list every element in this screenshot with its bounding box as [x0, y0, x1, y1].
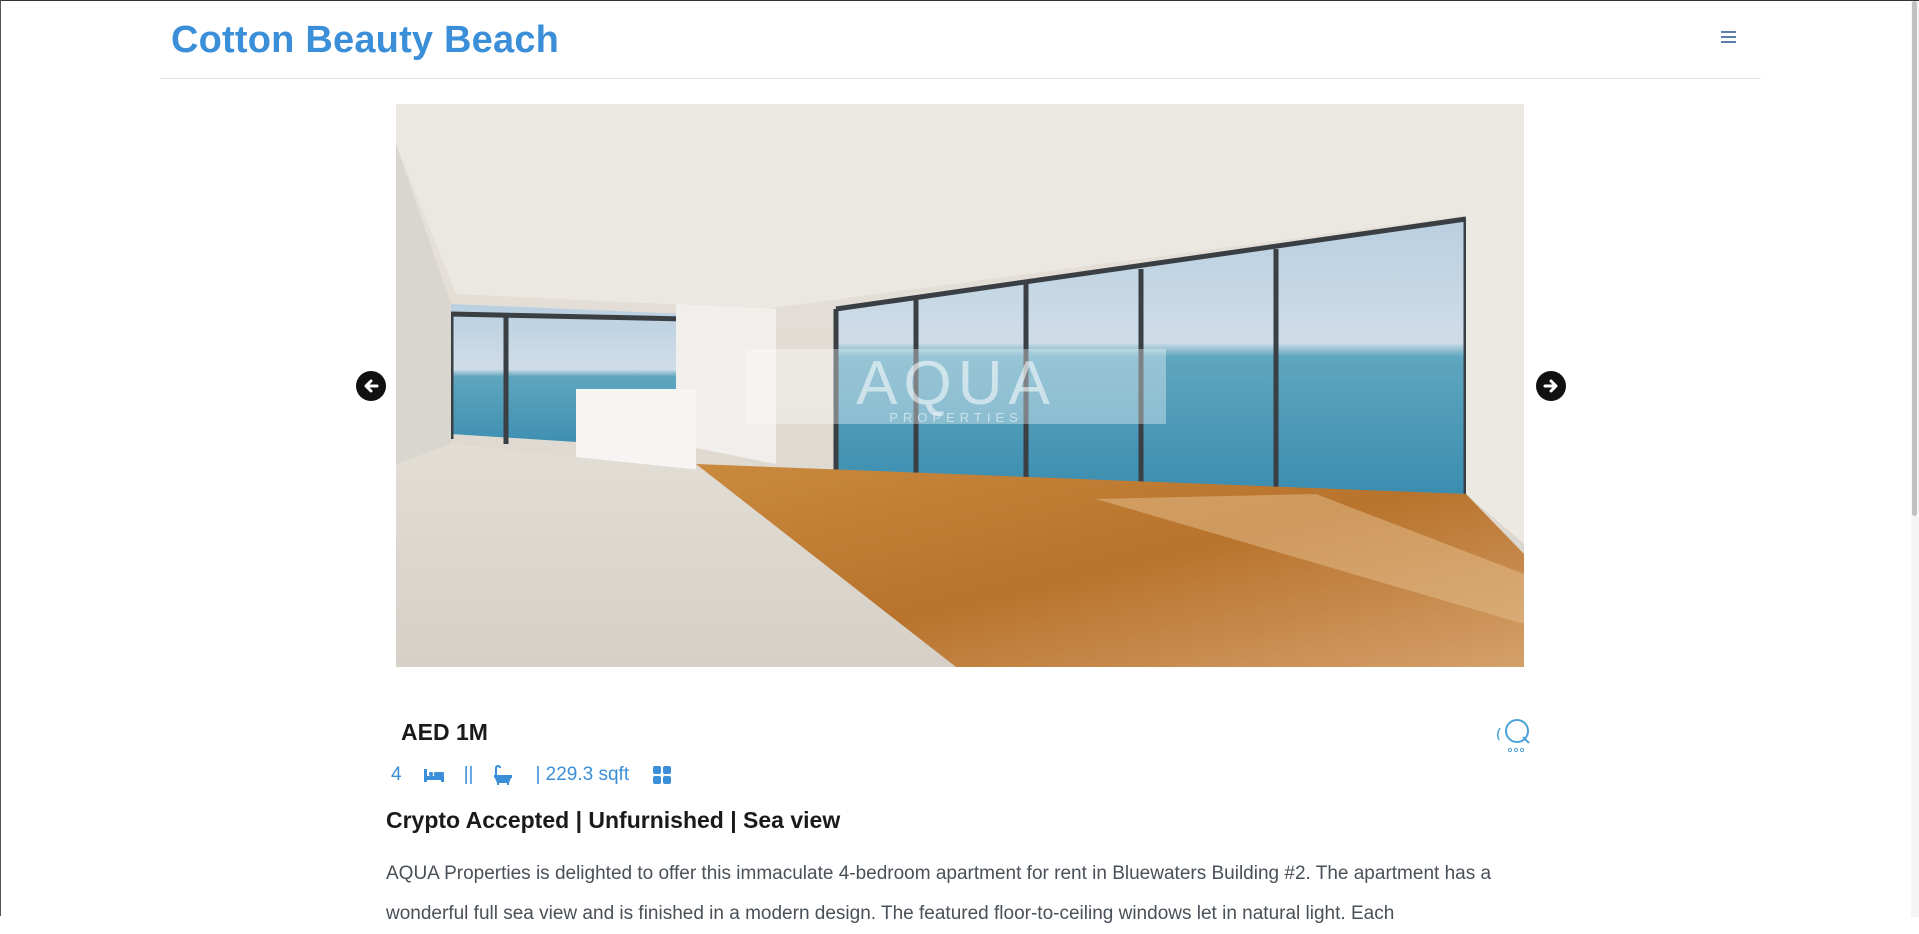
- apartment-photo: AQUA PROPERTIES: [396, 104, 1524, 667]
- scrollbar-thumb[interactable]: [1912, 1, 1917, 516]
- area-value: | 229.3 sqft: [535, 764, 630, 785]
- area-grid-icon: [653, 766, 672, 784]
- hamburger-icon: [1720, 31, 1736, 33]
- hamburger-menu-button[interactable]: [1716, 25, 1740, 49]
- agency-logo[interactable]: [1493, 714, 1539, 754]
- svg-text:AQUA: AQUA: [856, 349, 1056, 418]
- carousel-next-button[interactable]: [1536, 371, 1566, 401]
- arrow-right-circle-icon: [1543, 379, 1558, 393]
- aqua-logo-icon: [1496, 719, 1530, 753]
- listing-title: Crypto Accepted | Unfurnished | Sea view: [386, 807, 841, 833]
- bath-icon: [493, 765, 513, 785]
- listing-features: 4 || | 229.3 sqft: [391, 761, 672, 789]
- bedroom-count: 4: [391, 764, 402, 785]
- listing-price: AED 1M: [401, 719, 488, 745]
- svg-text:PROPERTIES: PROPERTIES: [889, 410, 1023, 425]
- carousel-prev-button[interactable]: [356, 371, 386, 401]
- page-scrollbar[interactable]: [1911, 1, 1919, 917]
- brand-title[interactable]: Cotton Beauty Beach: [171, 19, 559, 62]
- feature-separator: ||: [463, 764, 474, 785]
- navbar: Cotton Beauty Beach: [160, 1, 1761, 79]
- listing-description: AQUA Properties is delighted to offer th…: [386, 863, 1492, 924]
- arrow-left-circle-icon: [364, 379, 379, 393]
- bed-icon: [423, 767, 445, 783]
- listing-photo-carousel[interactable]: AQUA PROPERTIES: [396, 104, 1524, 667]
